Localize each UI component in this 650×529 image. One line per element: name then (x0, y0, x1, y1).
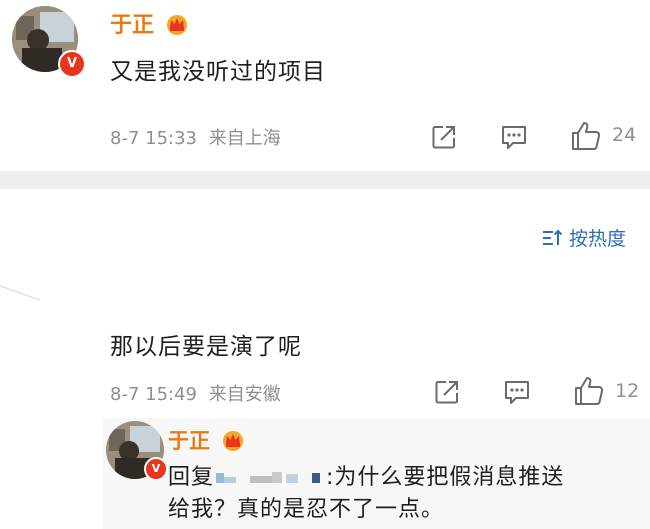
username[interactable]: 于正 (168, 429, 210, 453)
comment-icon[interactable] (503, 379, 531, 407)
reply-prefix: 回复 (168, 465, 215, 490)
like-count: 12 (615, 380, 640, 402)
reply-username-row: 于正 (168, 425, 245, 455)
sort-toggle[interactable]: 按热度 (541, 224, 626, 251)
thumbs-up-icon[interactable] (573, 375, 605, 407)
comment-icon[interactable] (500, 124, 528, 152)
comment-date: 8-7 15:49 (110, 384, 197, 405)
comment-meta: 8-7 15:33 来自上海 (110, 124, 281, 150)
verified-badge-icon: V (58, 50, 86, 78)
thumbs-up-icon[interactable] (570, 120, 602, 152)
comment-meta: 8-7 15:49 来自安徽 (110, 380, 281, 406)
like-count: 24 (612, 124, 637, 146)
share-icon[interactable] (434, 379, 460, 405)
avatar[interactable]: V (106, 421, 168, 481)
comment-date: 8-7 15:33 (110, 128, 197, 149)
reply-line-1: 回复 :为什么要把假消息推送 (168, 462, 638, 494)
screen-artifact (0, 285, 40, 301)
comment-location: 来自上海 (208, 128, 281, 149)
sort-label: 按热度 (569, 228, 627, 250)
comment-text: 又是我没听过的项目 (110, 59, 326, 85)
blurred-mention[interactable] (214, 465, 326, 490)
share-icon[interactable] (431, 124, 457, 150)
pixelated-username (216, 472, 321, 483)
crown-icon (167, 15, 188, 35)
section-divider (0, 171, 650, 189)
reply-text-suffix: :为什么要把假消息推送 (326, 465, 565, 490)
reply-line-2: 给我？真的是忍不了一点。 (168, 497, 445, 522)
comment-text: 那以后要是演了呢 (110, 334, 302, 360)
comment-location: 来自安徽 (208, 384, 281, 405)
sort-icon (543, 229, 563, 245)
username[interactable]: 于正 (110, 13, 154, 38)
verified-badge-icon: V (144, 457, 168, 481)
username-row: 于正 (110, 7, 189, 39)
reply-text: 回复 :为什么要把假消息推送 给我？真的是忍不了一点。 (168, 462, 638, 526)
crown-icon (223, 431, 244, 451)
avatar[interactable]: V (12, 6, 86, 78)
